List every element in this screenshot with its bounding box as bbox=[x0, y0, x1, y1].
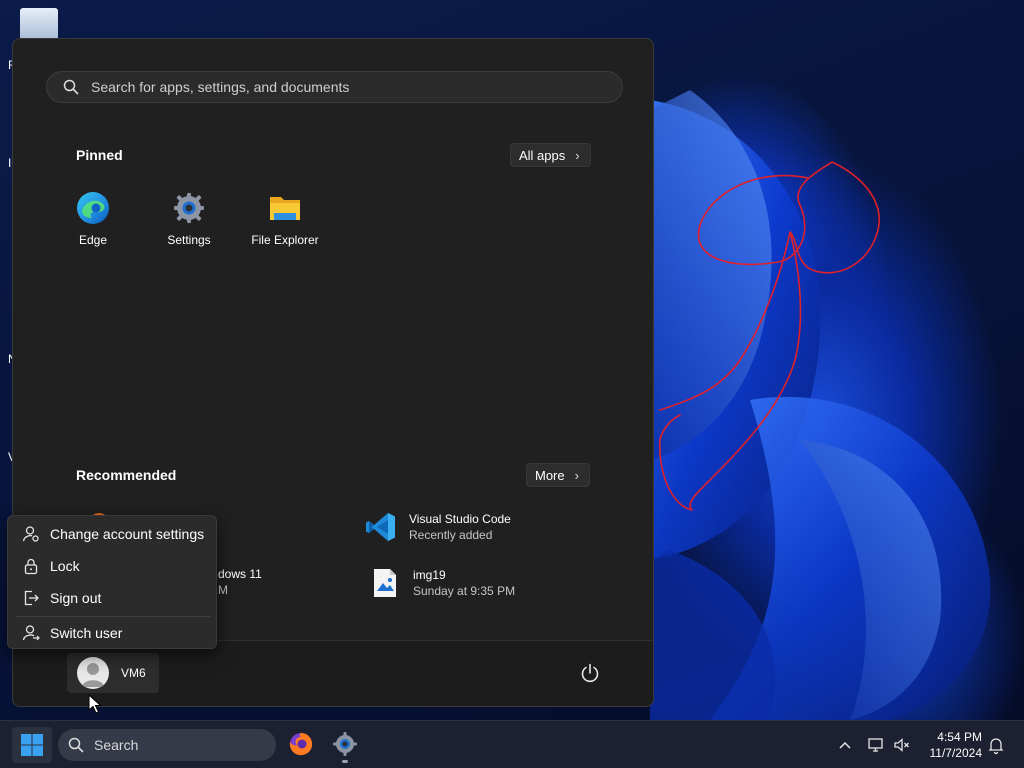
all-apps-button[interactable]: All apps › bbox=[510, 143, 591, 167]
avatar bbox=[77, 657, 109, 689]
flyout-item-label: Lock bbox=[50, 558, 80, 574]
search-icon bbox=[63, 79, 79, 95]
network-icon[interactable] bbox=[866, 735, 886, 755]
firefox-icon bbox=[289, 733, 313, 756]
chevron-right-icon: › bbox=[575, 147, 580, 163]
running-indicator bbox=[342, 760, 348, 763]
recommended-item-subtitle: Sunday at 9:35 PM bbox=[413, 584, 516, 598]
flyout-item-label: Switch user bbox=[50, 625, 123, 641]
settings-gear-icon bbox=[333, 732, 357, 756]
chevron-right-icon: › bbox=[574, 467, 579, 483]
sign-out-icon bbox=[24, 590, 39, 606]
recycle-bin-icon[interactable] bbox=[20, 8, 58, 40]
pinned-title: Pinned bbox=[76, 147, 123, 163]
start-menu-footer: VM6 bbox=[13, 640, 653, 706]
account-flyout-menu: Change account settings Lock Sign out Sw… bbox=[7, 515, 217, 649]
user-account-button[interactable]: VM6 bbox=[67, 653, 159, 693]
taskbar-search-label: Search bbox=[94, 737, 139, 753]
recommended-title: Recommended bbox=[76, 467, 177, 483]
start-search-box[interactable] bbox=[46, 71, 623, 103]
more-label: More bbox=[535, 467, 565, 483]
lock-item[interactable]: Lock bbox=[8, 551, 216, 581]
recommended-item-subtitle: Recently added bbox=[409, 528, 493, 542]
pinned-app-edge[interactable]: Edge bbox=[51, 191, 135, 255]
taskbar-app-settings[interactable] bbox=[330, 729, 360, 763]
pinned-app-file-explorer[interactable]: File Explorer bbox=[243, 191, 327, 255]
switch-user-icon bbox=[22, 625, 40, 641]
taskbar-search[interactable]: Search bbox=[58, 729, 276, 761]
power-icon[interactable] bbox=[579, 662, 601, 684]
flyout-item-label: Sign out bbox=[50, 590, 102, 606]
pinned-app-settings[interactable]: Settings bbox=[147, 191, 231, 255]
search-icon bbox=[68, 737, 84, 753]
all-apps-label: All apps bbox=[519, 147, 566, 163]
speaker-muted-icon[interactable] bbox=[892, 735, 912, 755]
clock-time: 4:54 PM bbox=[937, 730, 982, 744]
pinned-app-label: Edge bbox=[78, 233, 108, 247]
wallpaper-bloom bbox=[650, 90, 991, 720]
switch-user-item[interactable]: Switch user bbox=[8, 618, 216, 648]
flyout-item-label: Change account settings bbox=[50, 526, 205, 542]
recommended-item-name: img19 bbox=[413, 568, 446, 582]
user-avatar-icon bbox=[82, 663, 104, 687]
image-file-icon bbox=[374, 569, 396, 597]
pinned-app-label: File Explorer bbox=[251, 233, 319, 247]
vscode-icon bbox=[366, 513, 395, 541]
recommended-item-img19[interactable]: img19 Sunday at 9:35 PM bbox=[369, 567, 515, 599]
system-clock[interactable]: 4:54 PM 11/7/2024 bbox=[918, 729, 983, 761]
pinned-app-label: Settings bbox=[167, 233, 211, 247]
desktop-icon-label: I bbox=[8, 156, 12, 170]
edge-icon bbox=[77, 192, 109, 224]
start-search-input[interactable] bbox=[91, 79, 622, 95]
change-account-settings-item[interactable]: Change account settings bbox=[8, 519, 216, 549]
user-name: VM6 bbox=[121, 666, 146, 680]
sign-out-item[interactable]: Sign out bbox=[8, 583, 216, 613]
windows-logo-icon bbox=[21, 734, 43, 756]
start-button[interactable] bbox=[12, 727, 52, 763]
taskbar: Search 4:54 PM 11/7/2024 bbox=[0, 720, 1024, 768]
lock-icon bbox=[24, 558, 38, 575]
more-button[interactable]: More › bbox=[526, 463, 590, 487]
chevron-up-icon[interactable] bbox=[835, 735, 855, 755]
mouse-cursor-icon bbox=[88, 694, 102, 714]
clock-date: 11/7/2024 bbox=[929, 746, 983, 760]
recommended-item-name: dows 11 bbox=[218, 567, 262, 581]
recommended-item-windows11[interactable]: dows 11 M bbox=[218, 567, 262, 597]
recommended-item-vscode[interactable]: Visual Studio Code Recently added bbox=[365, 511, 511, 543]
settings-gear-icon bbox=[174, 193, 204, 223]
folder-icon bbox=[270, 197, 300, 220]
recommended-item-subtitle: M bbox=[218, 583, 228, 597]
account-settings-icon bbox=[22, 526, 39, 542]
flyout-divider bbox=[16, 616, 210, 617]
notification-bell-icon[interactable] bbox=[986, 735, 1006, 755]
taskbar-app-firefox[interactable] bbox=[286, 729, 316, 759]
recommended-item-name: Visual Studio Code bbox=[409, 512, 511, 526]
